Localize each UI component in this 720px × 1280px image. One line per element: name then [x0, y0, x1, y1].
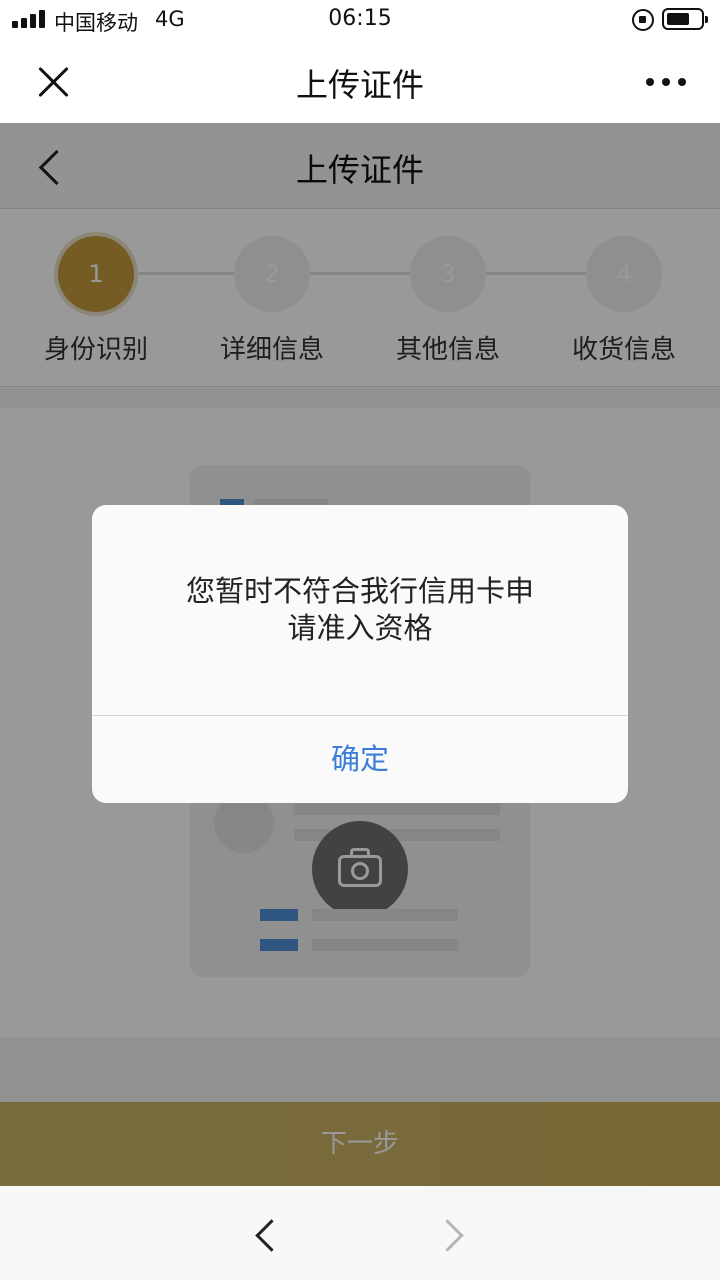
dialog-message: 您暂时不符合我行信用卡申 请准入资格 — [132, 573, 588, 647]
status-bar: 中国移动 4G 06:15 — [0, 0, 720, 40]
dialog-message-line-1: 您暂时不符合我行信用卡申 — [185, 574, 534, 608]
webview-title: 上传证件 — [295, 66, 424, 104]
alert-dialog: 您暂时不符合我行信用卡申 请准入资格 确定 — [92, 505, 628, 803]
more-icon[interactable] — [646, 78, 686, 86]
browser-toolbar — [0, 1186, 720, 1280]
forward-icon[interactable] — [436, 1216, 466, 1252]
battery-icon — [662, 8, 708, 30]
webview-nav-bar: 上传证件 — [0, 40, 720, 123]
status-time: 06:15 — [328, 6, 392, 31]
confirm-button[interactable]: 确定 — [92, 716, 628, 803]
back-icon[interactable] — [250, 1216, 280, 1252]
rotation-lock-icon — [632, 9, 654, 31]
dialog-message-line-2: 请准入资格 — [287, 611, 433, 645]
